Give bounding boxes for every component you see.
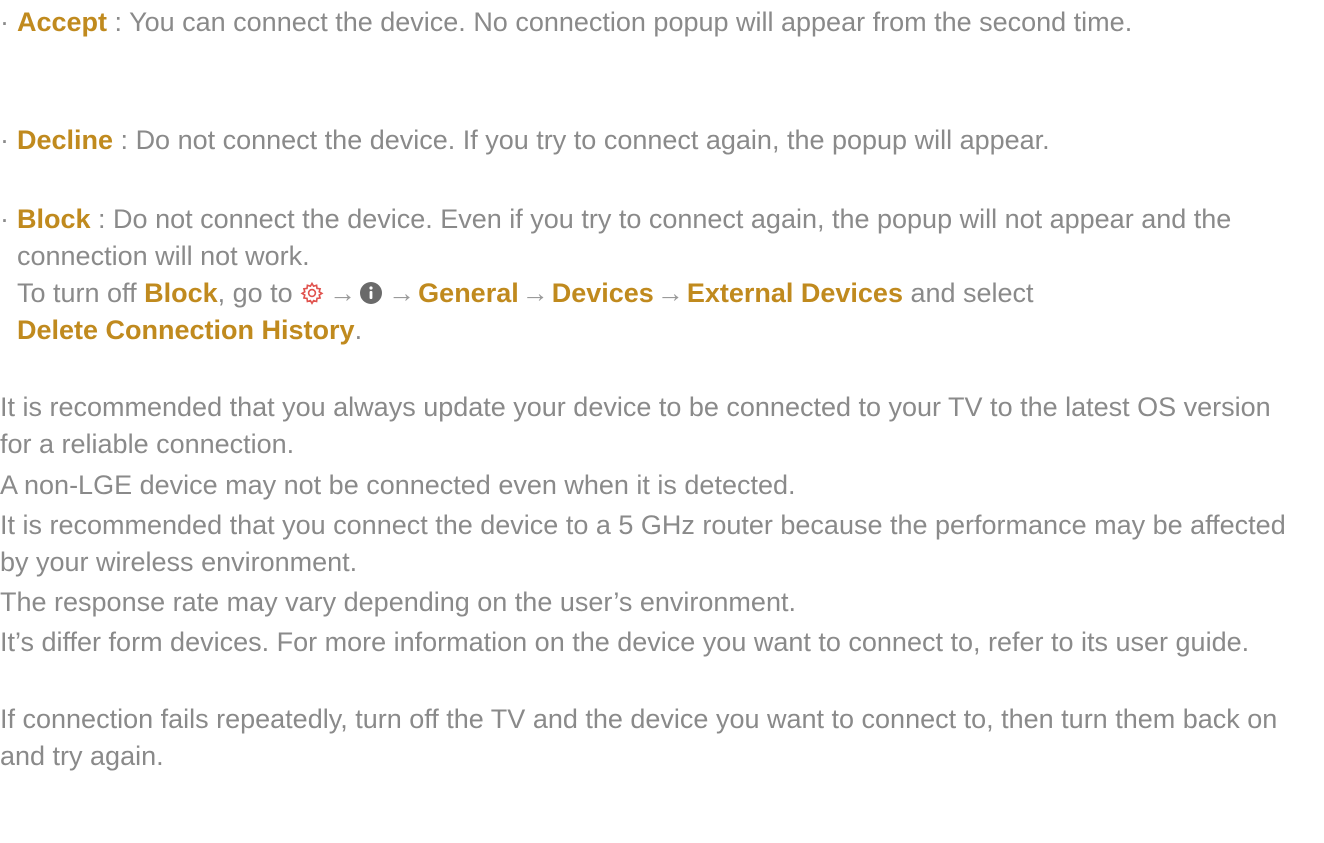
path-devices: Devices bbox=[551, 278, 654, 308]
arrow-icon: → bbox=[521, 278, 549, 308]
accept-desc: You can connect the device. No connectio… bbox=[129, 7, 1133, 37]
info-icon bbox=[359, 278, 383, 304]
note-response-rate: The response rate may vary depending on … bbox=[0, 587, 796, 617]
path-general: General bbox=[418, 278, 519, 308]
decline-desc: Do not connect the device. If you try to… bbox=[135, 125, 1050, 155]
block-howto-end: . bbox=[354, 315, 363, 345]
bullet-text: Block : Do not connect the device. Even … bbox=[17, 201, 1284, 349]
block-howto-mid: , go to bbox=[217, 278, 301, 308]
bullet-decline: · Decline : Do not connect the device. I… bbox=[0, 122, 1284, 159]
block-howto-suffix: and select bbox=[902, 278, 1034, 308]
bullet-block: · Block : Do not connect the device. Eve… bbox=[0, 201, 1284, 349]
bullet-dot: · bbox=[0, 7, 9, 37]
arrow-icon: → bbox=[388, 278, 416, 308]
accept-term: Accept bbox=[17, 7, 108, 37]
bullet-accept: · Accept : You can connect the device. N… bbox=[0, 4, 1284, 41]
block-term: Block bbox=[17, 204, 91, 234]
bullet-text: Decline : Do not connect the device. If … bbox=[17, 122, 1284, 159]
block-howto-prefix: To turn off bbox=[17, 278, 145, 308]
arrow-icon: → bbox=[656, 278, 684, 308]
note-user-guide: It’s differ form devices. For more infor… bbox=[0, 627, 1250, 657]
path-external-devices: External Devices bbox=[686, 278, 903, 308]
note-update-os: It is recommended that you always update… bbox=[0, 392, 1271, 459]
decline-term: Decline bbox=[17, 125, 114, 155]
block-howto-term: Block bbox=[144, 278, 218, 308]
delete-connection-history: Delete Connection History bbox=[17, 315, 355, 345]
note-connection-fails: If connection fails repeatedly, turn off… bbox=[0, 704, 1278, 771]
bullet-dot: · bbox=[0, 204, 9, 234]
block-separator: : bbox=[90, 204, 114, 234]
block-desc: Do not connect the device. Even if you t… bbox=[17, 204, 1232, 271]
gear-icon bbox=[300, 278, 324, 305]
note-5ghz: It is recommended that you connect the d… bbox=[0, 510, 1286, 577]
bullet-dot: · bbox=[0, 125, 9, 155]
note-non-lge: A non-LGE device may not be connected ev… bbox=[0, 470, 796, 500]
decline-separator: : bbox=[113, 125, 136, 155]
arrow-icon: → bbox=[329, 278, 357, 308]
accept-separator: : bbox=[107, 7, 130, 37]
bullet-text: Accept : You can connect the device. No … bbox=[17, 4, 1284, 41]
